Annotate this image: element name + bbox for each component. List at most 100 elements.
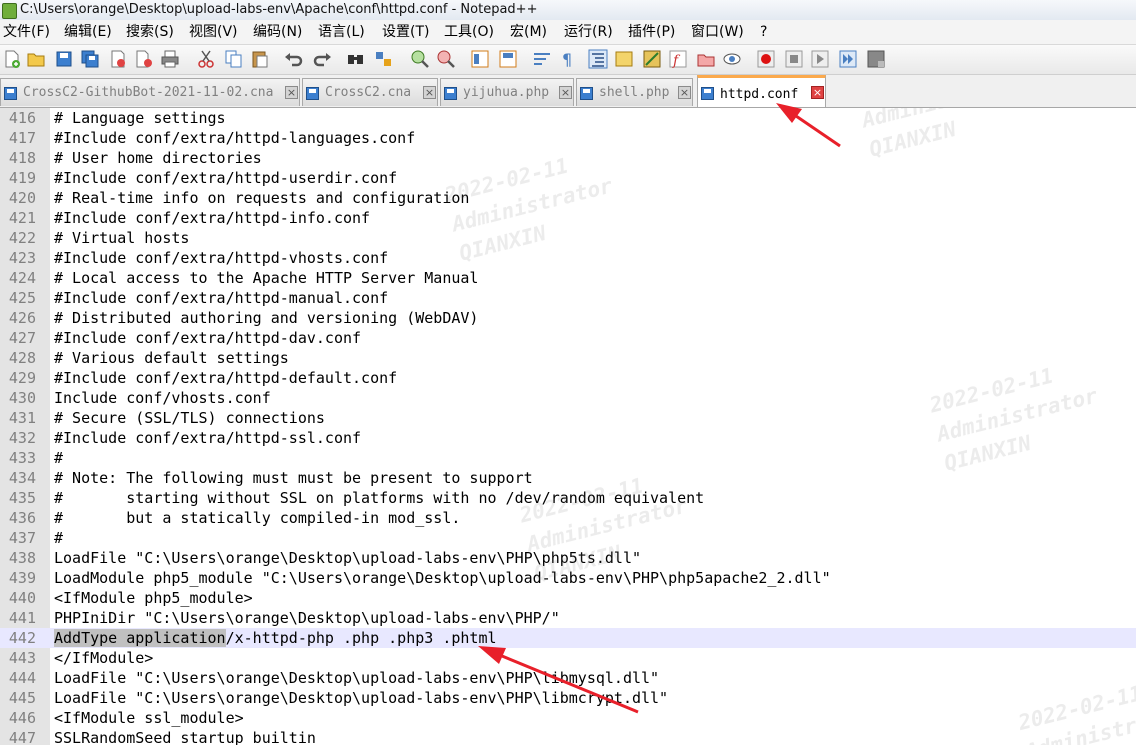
code-text: #Include conf/extra/httpd-default.conf [54,369,398,387]
menu-settings[interactable]: 设置(T) [382,20,429,44]
function-list-icon[interactable]: f [668,49,688,69]
line-number: 426 [8,309,36,327]
menu-plugins[interactable]: 插件(P) [628,20,675,44]
redo-icon[interactable] [312,49,332,69]
menu-language[interactable]: 语言(L) [318,20,365,44]
zoom-out-icon[interactable] [436,49,456,69]
line-number: 444 [8,669,36,687]
saved-file-icon [4,87,17,100]
save-icon[interactable] [54,49,74,69]
save-macro-icon[interactable] [866,49,886,69]
code-line: 436 # but a statically compiled-in mod_ss… [0,508,1136,528]
svg-text:¶: ¶ [562,50,572,69]
line-number: 419 [8,169,36,187]
close-all-icon[interactable] [134,49,154,69]
line-number: 435 [8,489,36,507]
code-line: 445 LoadFile "C:\Users\orange\Desktop\upl… [0,688,1136,708]
line-number: 420 [8,189,36,207]
code-line: 425 #Include conf/extra/httpd-manual.conf [0,288,1136,308]
line-number: 424 [8,269,36,287]
tab-yijuhua-php[interactable]: yijuhua.php × [440,78,574,106]
menu-help[interactable]: ? [760,20,767,44]
undo-icon[interactable] [284,49,304,69]
run-macro-multiple-icon[interactable] [838,49,858,69]
code-line: 422 # Virtual hosts [0,228,1136,248]
folder-workspace-icon[interactable] [696,49,716,69]
code-text-rest: /x-httpd-php .php .php3 .phtml [225,629,497,647]
doc-map-icon[interactable] [642,49,662,69]
code-line: 421 #Include conf/extra/httpd-info.conf [0,208,1136,228]
find-icon[interactable] [346,49,366,69]
tab-bar: CrossC2-GithubBot-2021-11-02.cna × Cross… [0,75,1136,108]
menu-search[interactable]: 搜索(S) [126,20,174,44]
code-text: LoadFile "C:\Users\orange\Desktop\upload… [54,689,669,707]
code-line: 430 Include conf/vhosts.conf [0,388,1136,408]
tab-shell-php[interactable]: shell.php × [576,78,693,106]
close-tab-icon[interactable]: × [811,86,824,99]
code-text: <IfModule php5_module> [54,589,253,607]
line-number: 445 [8,689,36,707]
new-file-icon[interactable] [2,49,22,69]
line-number: 437 [8,529,36,547]
sync-vertical-icon[interactable] [470,49,490,69]
record-macro-icon[interactable] [756,49,776,69]
zoom-in-icon[interactable] [410,49,430,69]
code-text: </IfModule> [54,649,154,667]
menu-edit[interactable]: 编辑(E) [64,20,112,44]
save-all-icon[interactable] [80,49,100,69]
copy-icon[interactable] [224,49,244,69]
user-language-icon[interactable] [614,49,634,69]
show-all-characters-icon[interactable]: ¶ [558,49,578,69]
menu-tools[interactable]: 工具(O) [444,20,494,44]
code-line: 417 #Include conf/extra/httpd-languages.c… [0,128,1136,148]
cut-icon[interactable] [196,49,216,69]
code-text: # Real-time info on requests and configu… [54,189,470,207]
close-tab-icon[interactable]: × [285,86,298,99]
line-number: 443 [8,649,36,667]
sync-horizontal-icon[interactable] [498,49,518,69]
line-number: 442 [8,629,36,647]
code-text: # [54,449,64,467]
indent-guide-icon[interactable] [588,49,608,69]
tab-crossc2-cna[interactable]: CrossC2.cna × [302,78,438,106]
line-number: 417 [8,129,36,147]
code-line: 438 LoadFile "C:\Users\orange\Desktop\upl… [0,548,1136,568]
tab-label: CrossC2-GithubBot-2021-11-02.cna [23,85,274,100]
stop-macro-icon[interactable] [784,49,804,69]
code-line: 443 </IfModule> [0,648,1136,668]
menu-view[interactable]: 视图(V) [189,20,238,44]
code-line: 427 #Include conf/extra/httpd-dav.conf [0,328,1136,348]
replace-icon[interactable] [374,49,394,69]
code-line: 418 # User home directories [0,148,1136,168]
saved-file-icon [444,87,457,100]
editor[interactable]: 416 # Language settings 417 #Include conf/e… [0,108,1136,745]
line-number: 438 [8,549,36,567]
code-line: 444 LoadFile "C:\Users\orange\Desktop\upl… [0,668,1136,688]
close-tab-icon[interactable]: × [423,86,436,99]
code-text: LoadFile "C:\Users\orange\Desktop\upload… [54,549,641,567]
code-text: #Include conf/extra/httpd-dav.conf [54,329,362,347]
close-icon[interactable] [108,49,128,69]
tab-crossc2-githubbot[interactable]: CrossC2-GithubBot-2021-11-02.cna × [0,78,300,106]
code-text: LoadFile "C:\Users\orange\Desktop\upload… [54,669,660,687]
paste-icon[interactable] [250,49,270,69]
menu-macro[interactable]: 宏(M) [510,20,547,44]
menu-file[interactable]: 文件(F) [3,20,50,44]
tab-httpd-conf[interactable]: httpd.conf × [697,75,826,107]
print-icon[interactable] [160,49,180,69]
line-number: 447 [8,729,36,745]
code-line: 423 #Include conf/extra/httpd-vhosts.conf [0,248,1136,268]
current-line: 442 AddType application/x-httpd-php .php … [0,628,1136,648]
word-wrap-icon[interactable] [532,49,552,69]
open-file-icon[interactable] [26,49,46,69]
menu-window[interactable]: 窗口(W) [691,20,744,44]
code-line: 431 # Secure (SSL/TLS) connections [0,408,1136,428]
close-tab-icon[interactable]: × [559,86,572,99]
play-macro-icon[interactable] [810,49,830,69]
menu-bar: 文件(F) 编辑(E) 搜索(S) 视图(V) 编码(N) 语言(L) 设置(T… [0,20,1136,45]
monitoring-icon[interactable] [722,49,742,69]
close-tab-icon[interactable]: × [678,86,691,99]
menu-run[interactable]: 运行(R) [564,20,613,44]
code-text: # Language settings [54,109,226,127]
menu-encoding[interactable]: 编码(N) [253,20,302,44]
